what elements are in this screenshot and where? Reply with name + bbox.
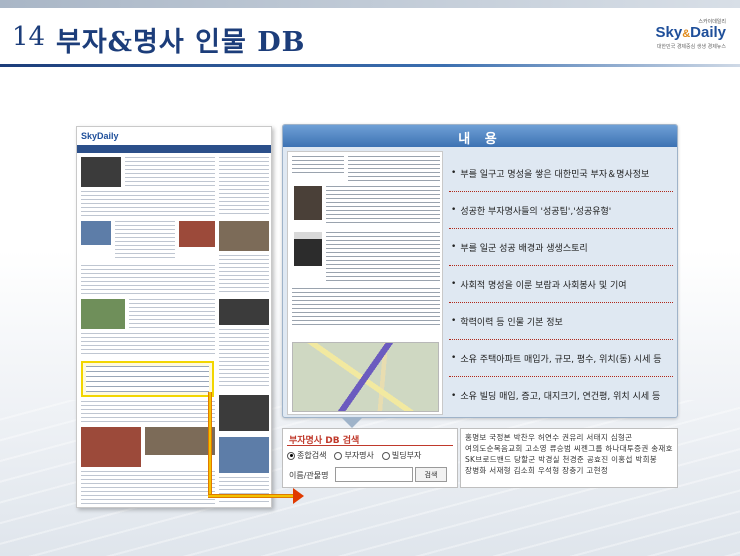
list-item: • 소유 빌딩 매입, 증고, 대지크기, 연건평, 위치 시세 등 [449, 377, 673, 414]
profile-document-image [287, 151, 443, 415]
list-item: • 부를 일군 성공 배경과 생생스토리 [449, 229, 673, 266]
site-text-block [219, 255, 269, 295]
search-button[interactable]: 검색 [415, 467, 447, 482]
list-item-text: 학력이력 등 인물 기본 정보 [460, 317, 563, 328]
skydaily-logo: 스카이데일리 Sky&Daily 대한민국 경제중심 생생 경제뉴스 [646, 18, 726, 58]
db-search-box: 부자명사 DB 검색 종합검색 부자명사 빌딩부자 이름/관물명 검색 [282, 428, 458, 488]
site-photo [219, 395, 269, 431]
panel-header: 내 용 [283, 125, 677, 147]
list-item: • 학력이력 등 인물 기본 정보 [449, 303, 673, 340]
radio-selected-icon [287, 451, 295, 460]
logo-brand-sky: Sky [655, 24, 683, 41]
slide-title: 부자&명사 인물 DB [56, 27, 306, 58]
arrow-head-icon [293, 488, 304, 504]
doc-text-block [292, 288, 440, 328]
featured-names-list: 홍명보 국정본 박찬우 허연수 권유리 서태지 심형곤 여의도순복음교회 고소영… [460, 428, 678, 488]
radio-icon [381, 451, 390, 460]
site-text-block [81, 471, 215, 505]
panel-pointer-icon [342, 418, 362, 428]
list-item-text: 소유 빌딩 매입, 증고, 대지크기, 연건평, 위치 시세 등 [460, 392, 661, 402]
site-text-block [219, 329, 269, 389]
bullet-icon: • [451, 242, 457, 252]
profile-photo [294, 232, 322, 266]
doc-text-block [292, 156, 344, 174]
site-photo [81, 221, 111, 245]
header-top-bar [0, 0, 740, 8]
site-text-block [125, 157, 215, 187]
logo-brand: Sky&Daily [646, 25, 726, 42]
search-divider [287, 445, 453, 446]
doc-text-block [326, 232, 440, 284]
bullet-icon: • [451, 279, 457, 289]
location-map [292, 342, 439, 412]
bullet-icon: • [451, 390, 457, 401]
list-item: • 소유 주택아파트 매입가, 규모, 평수, 위치(동) 시세 등 [449, 340, 673, 377]
site-photo [219, 221, 269, 251]
list-item-text: 부를 일군 성공 배경과 생생스토리 [460, 243, 588, 254]
logo-tagline: 대한민국 경제중심 생생 경제뉴스 [656, 44, 726, 50]
highlighted-db-section [81, 361, 214, 397]
doc-text-block [348, 156, 440, 182]
radio-rich-notable[interactable]: 부자명사 [334, 450, 374, 461]
site-text-block [81, 333, 215, 357]
site-photo [81, 157, 121, 187]
website-screenshot: SkyDaily [76, 126, 272, 508]
list-item: • 부를 일구고 명성을 쌓은 대한민국 부자＆명사정보 [449, 155, 673, 192]
list-item-text: 부를 일구고 명성을 쌓은 대한민국 부자＆명사정보 [460, 169, 650, 180]
site-text-block [219, 157, 269, 217]
site-text-block [115, 221, 175, 261]
radio-label: 종합검색 [297, 451, 327, 460]
logo-brand-amp: & [682, 28, 691, 40]
list-item-text: 소유 주택아파트 매입가, 규모, 평수, 위치(동) 시세 등 [460, 354, 662, 365]
slide-header: 14 부자&명사 인물 DB 스카이데일리 Sky&Daily 대한민국 경제중… [0, 0, 740, 70]
search-field-label: 이름/관물명 [289, 471, 329, 480]
site-photo [145, 427, 215, 455]
radio-building-rich[interactable]: 빌딩부자 [381, 450, 422, 461]
bullet-icon: • [451, 205, 457, 215]
highlighted-db-rows [86, 366, 209, 392]
site-logo: SkyDaily [81, 131, 119, 141]
radio-combined-search[interactable]: 종합검색 [287, 450, 326, 461]
site-nav-bar [77, 145, 271, 153]
site-photo [81, 427, 141, 467]
list-item-text: 사회적 명성을 이룬 보람과 사회봉사 및 기여 [460, 280, 627, 291]
search-type-options: 종합검색 부자명사 빌딩부자 [287, 450, 421, 461]
site-photo [219, 299, 269, 325]
site-photo [81, 299, 125, 329]
bullet-icon: • [451, 316, 457, 326]
connector-arrow-horizontal [208, 494, 294, 498]
connector-arrow-vertical [208, 392, 212, 498]
list-item: • 성공한 부자명사들의 '성공팁','성공유형' [449, 192, 673, 229]
header-rule [0, 64, 740, 67]
search-input[interactable] [335, 467, 413, 482]
site-text-block [129, 299, 215, 329]
slide-number: 14 [12, 22, 46, 52]
site-text-block [219, 477, 269, 505]
radio-label: 부자명사 [344, 451, 374, 460]
radio-icon [334, 451, 343, 460]
list-item-text: 성공한 부자명사들의 '성공팁','성공유형' [460, 206, 612, 217]
panel-title: 내 용 [458, 132, 502, 147]
radio-label: 빌딩부자 [391, 451, 422, 460]
content-list: • 부를 일구고 명성을 쌓은 대한민국 부자＆명사정보 • 성공한 부자명사들의 … [449, 155, 673, 414]
bullet-icon: • [451, 168, 457, 178]
profile-photo [294, 186, 322, 220]
list-item: • 사회적 명성을 이룬 보람과 사회봉사 및 기여 [449, 266, 673, 303]
logo-brand-daily: Daily [690, 24, 726, 41]
bullet-icon: • [451, 353, 457, 363]
site-text-block [81, 401, 215, 423]
content-panel: 내 용 • 부를 일구고 명성을 쌓은 대한민국 부자＆명사정보 • 성공한 부자명… [282, 124, 678, 418]
doc-text-block [326, 186, 440, 226]
site-photo [219, 437, 269, 473]
site-text-block [81, 191, 215, 217]
site-text-block [81, 265, 215, 295]
site-photo [179, 221, 215, 247]
